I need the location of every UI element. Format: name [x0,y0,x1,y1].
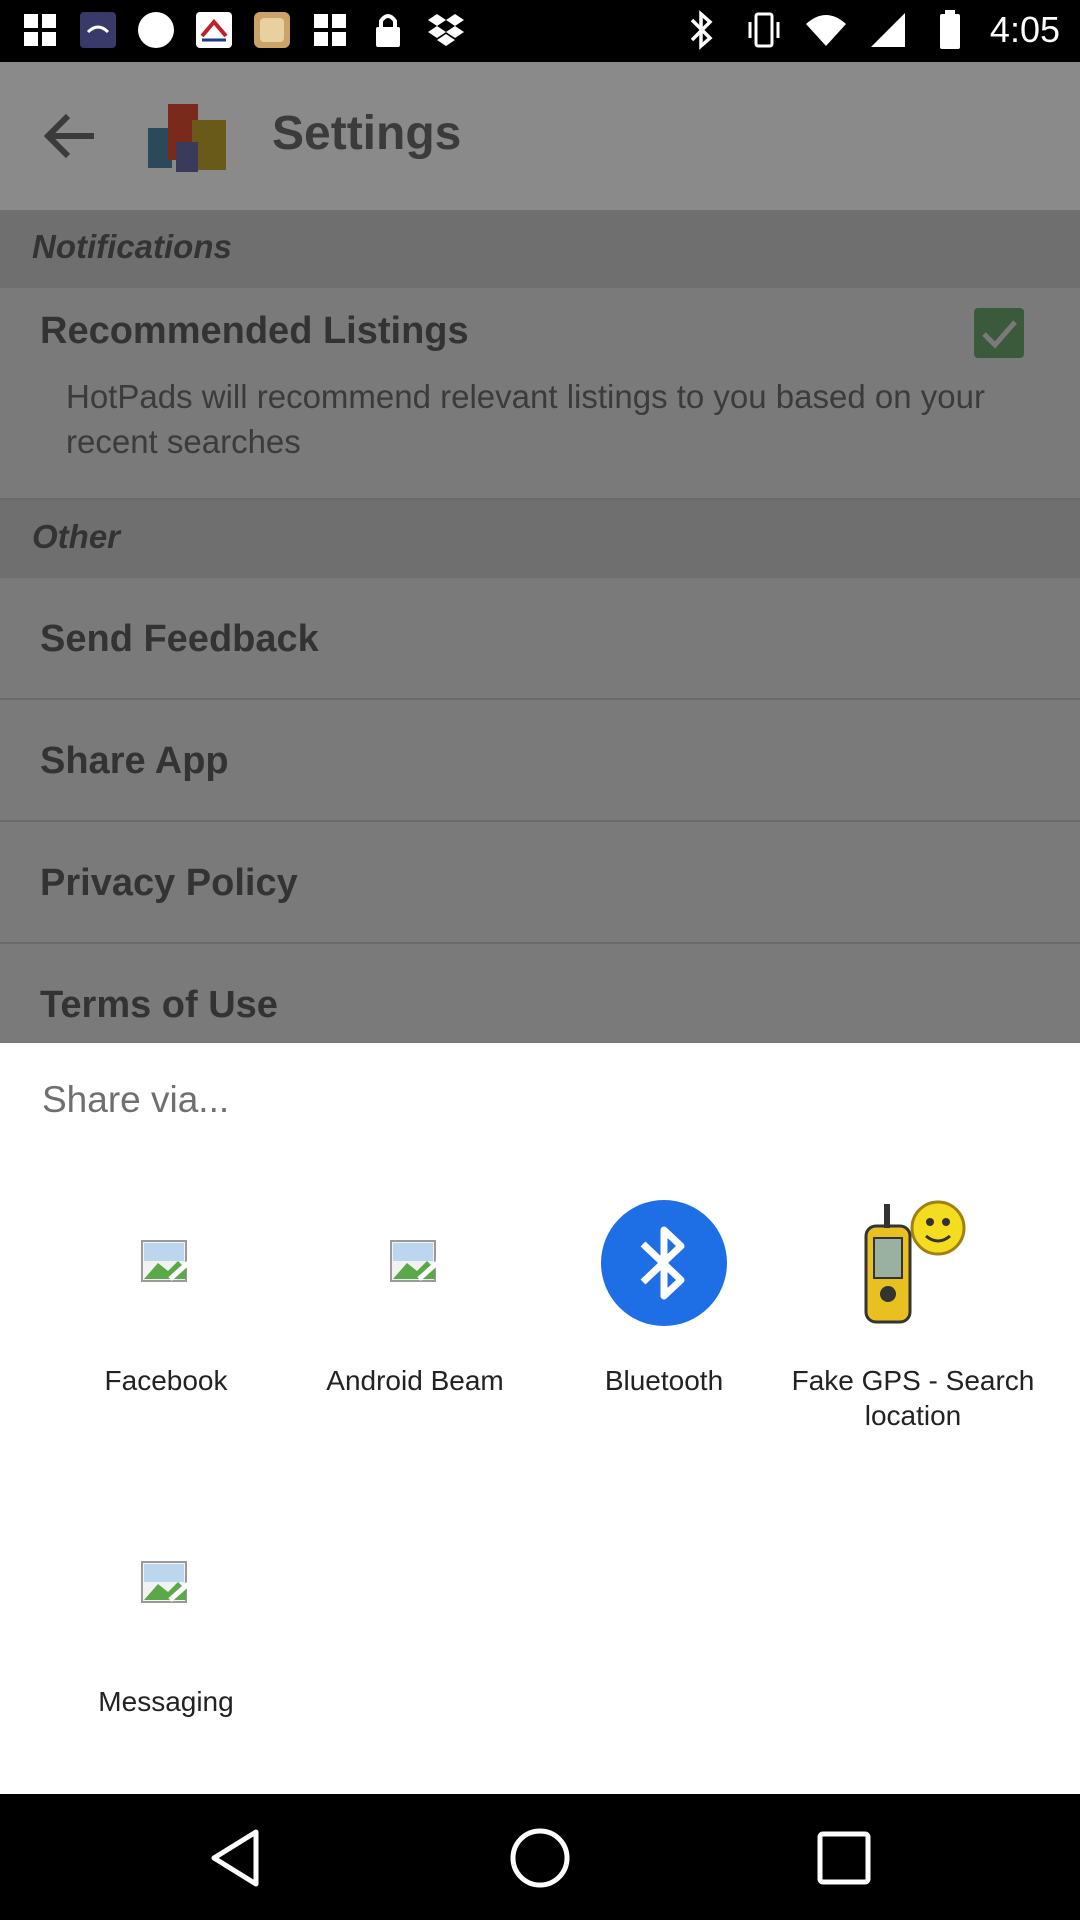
recents-square-icon[interactable] [812,1826,876,1890]
notifications-section-header: Notifications [0,210,1080,288]
grid-icon [308,8,352,52]
recommended-listings-description: HotPads will recommend relevant listings… [66,378,985,460]
share-app-label: Share App [40,740,229,782]
lock-icon [366,8,410,52]
mas-app-icon [192,8,236,52]
hotpads-logo-icon [146,94,232,180]
broken-image-icon [350,1198,480,1328]
sarah-yasin-app-icon [76,8,120,52]
share-sheet-title: Share via... [42,1079,230,1120]
page-title: Settings [272,107,462,160]
broken-image-icon [101,1519,231,1649]
share-target-label: Facebook [104,1365,228,1396]
terms-of-use-label: Terms of Use [40,984,278,1026]
share-sheet: Share via... Facebook Android Beam Bluet… [0,1043,1080,1794]
signal-icon [866,8,910,52]
share-target-android-beam[interactable]: Android Beam [290,1198,540,1438]
status-bar-notifications [18,8,468,52]
back-triangle-icon[interactable] [206,1826,270,1890]
other-section-header: Other [0,500,1080,578]
privacy-policy-row[interactable]: Privacy Policy [0,822,1080,944]
vibrate-icon [742,8,786,52]
grid-icon [18,8,62,52]
share-target-label: Android Beam [326,1365,504,1396]
recommended-listings-row[interactable]: Recommended Listings HotPads will recomm… [0,288,1080,500]
status-bar-system: 4:05 [680,8,1060,52]
share-target-messaging[interactable]: Messaging [41,1519,291,1759]
photo-app-icon [250,8,294,52]
dropbox-icon [424,8,468,52]
bluetooth-icon [599,1198,729,1328]
gps-device-icon [848,1198,978,1328]
app-bar: Settings [0,62,1080,210]
navigation-bar [0,1794,1080,1920]
recommended-listings-title: Recommended Listings [40,310,469,352]
send-feedback-label: Send Feedback [40,618,319,660]
recommended-listings-checkbox[interactable] [974,308,1024,358]
clock: 4:05 [989,9,1060,50]
broken-image-icon [101,1198,231,1328]
wifi-icon [804,8,848,52]
bluetooth-icon [680,8,724,52]
send-feedback-row[interactable]: Send Feedback [0,578,1080,700]
share-target-label: Fake GPS - Search location [791,1365,1035,1431]
share-target-fake-gps[interactable]: Fake GPS - Search location [788,1198,1038,1468]
privacy-policy-label: Privacy Policy [40,862,298,904]
share-app-row[interactable]: Share App [0,700,1080,822]
share-target-label: Bluetooth [604,1365,724,1396]
share-target-bluetooth[interactable]: Bluetooth [539,1198,789,1438]
circle-icon [134,8,178,52]
share-target-label: Messaging [98,1686,234,1717]
terms-of-use-row[interactable]: Terms of Use [0,944,1080,1043]
share-target-facebook[interactable]: Facebook [41,1198,291,1438]
status-bar: 4:05 [0,0,1080,62]
home-circle-icon[interactable] [508,1826,572,1890]
arrow-back-icon[interactable] [40,110,100,162]
battery-icon [928,8,972,52]
